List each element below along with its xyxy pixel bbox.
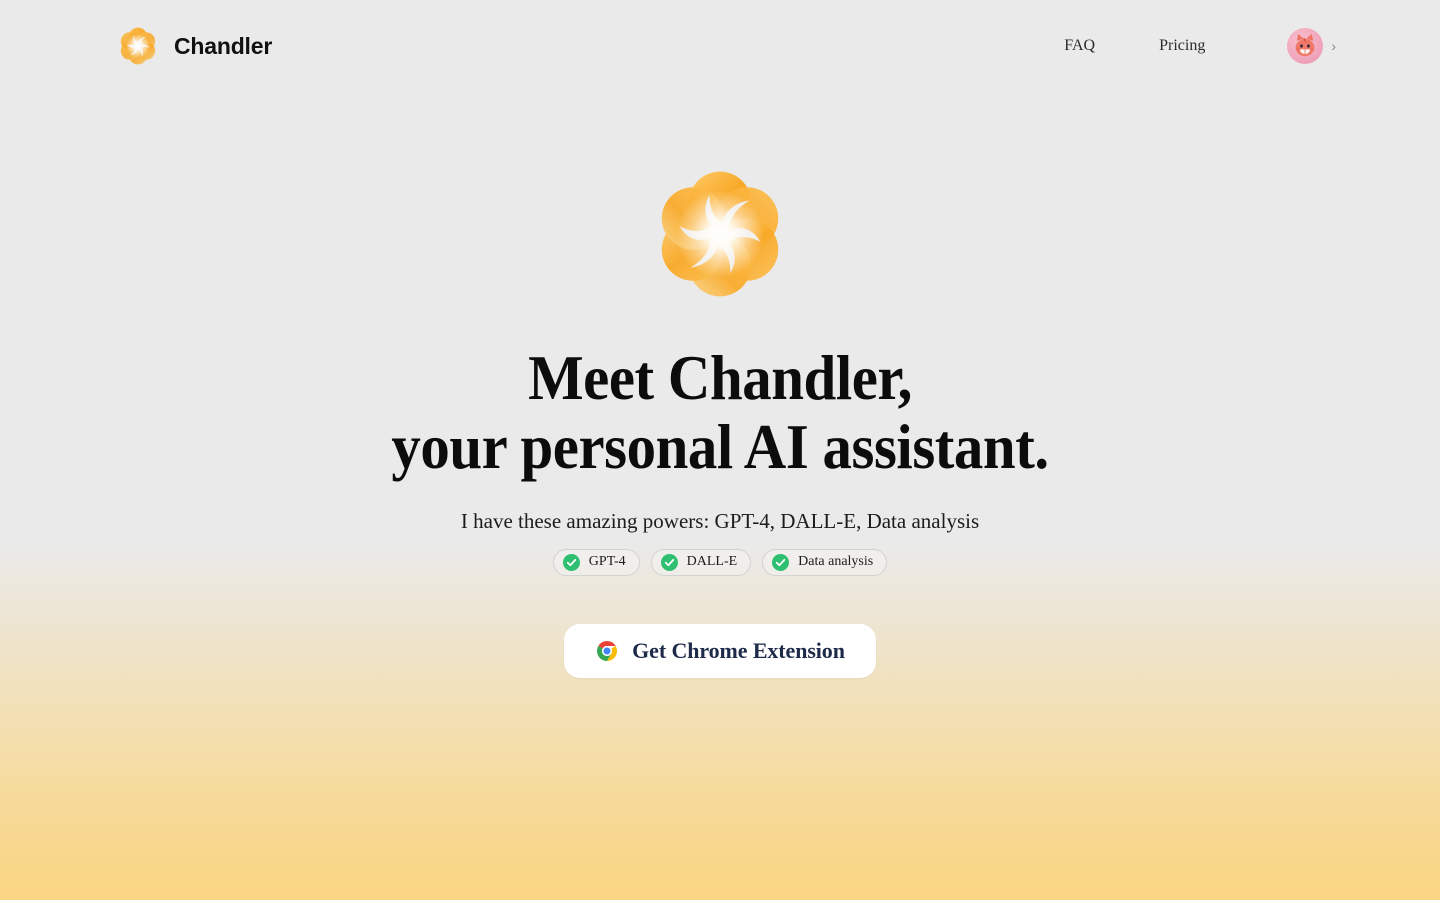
chandler-flower-logo-large-icon	[655, 169, 785, 299]
nav-link-pricing[interactable]: Pricing	[1149, 31, 1215, 61]
brand-logo-link[interactable]: Chandler	[118, 26, 272, 66]
cat-avatar-icon	[1287, 28, 1324, 64]
powers-pill-list: GPT-4 DALL-E Data analysis	[0, 548, 1440, 576]
hero-subtitle: I have these amazing powers: GPT-4, DALL…	[460, 509, 980, 534]
hero-logo	[0, 169, 1440, 299]
power-pill-data-analysis: Data analysis	[762, 548, 888, 576]
account-menu[interactable]: ›	[1287, 28, 1336, 64]
nav-link-faq[interactable]: FAQ	[1054, 31, 1105, 61]
chevron-right-icon: ›	[1331, 38, 1336, 54]
headline-line-2: your personal AI assistant.	[391, 411, 1049, 483]
check-circle-icon	[772, 553, 790, 571]
check-circle-icon	[562, 553, 580, 571]
cta-button-label: Get Chrome Extension	[632, 637, 845, 663]
power-pill-label: DALL-E	[686, 554, 738, 570]
power-pill-gpt-4: GPT-4	[552, 548, 640, 576]
power-pill-dall-e: DALL-E	[650, 548, 752, 576]
power-pill-label: Data analysis	[798, 554, 874, 570]
chrome-icon	[597, 640, 618, 661]
site-header: Chandler FAQ Pricing ›	[0, 0, 1440, 92]
chandler-flower-logo-icon	[118, 26, 158, 66]
landing-page: Chandler FAQ Pricing › Meet Chandler, yo…	[0, 0, 1440, 900]
headline-line-1: Meet Chandler,	[528, 342, 912, 413]
brand-name: Chandler	[174, 32, 273, 59]
page-title: Meet Chandler, your personal AI assistan…	[58, 343, 1383, 481]
power-pill-label: GPT-4	[588, 554, 626, 570]
primary-nav: FAQ Pricing ›	[1010, 28, 1336, 64]
get-chrome-extension-button[interactable]: Get Chrome Extension	[564, 623, 876, 678]
cta-row: Get Chrome Extension	[0, 623, 1440, 678]
hero-section: Meet Chandler, your personal AI assistan…	[0, 92, 1440, 678]
check-circle-icon	[660, 553, 678, 571]
